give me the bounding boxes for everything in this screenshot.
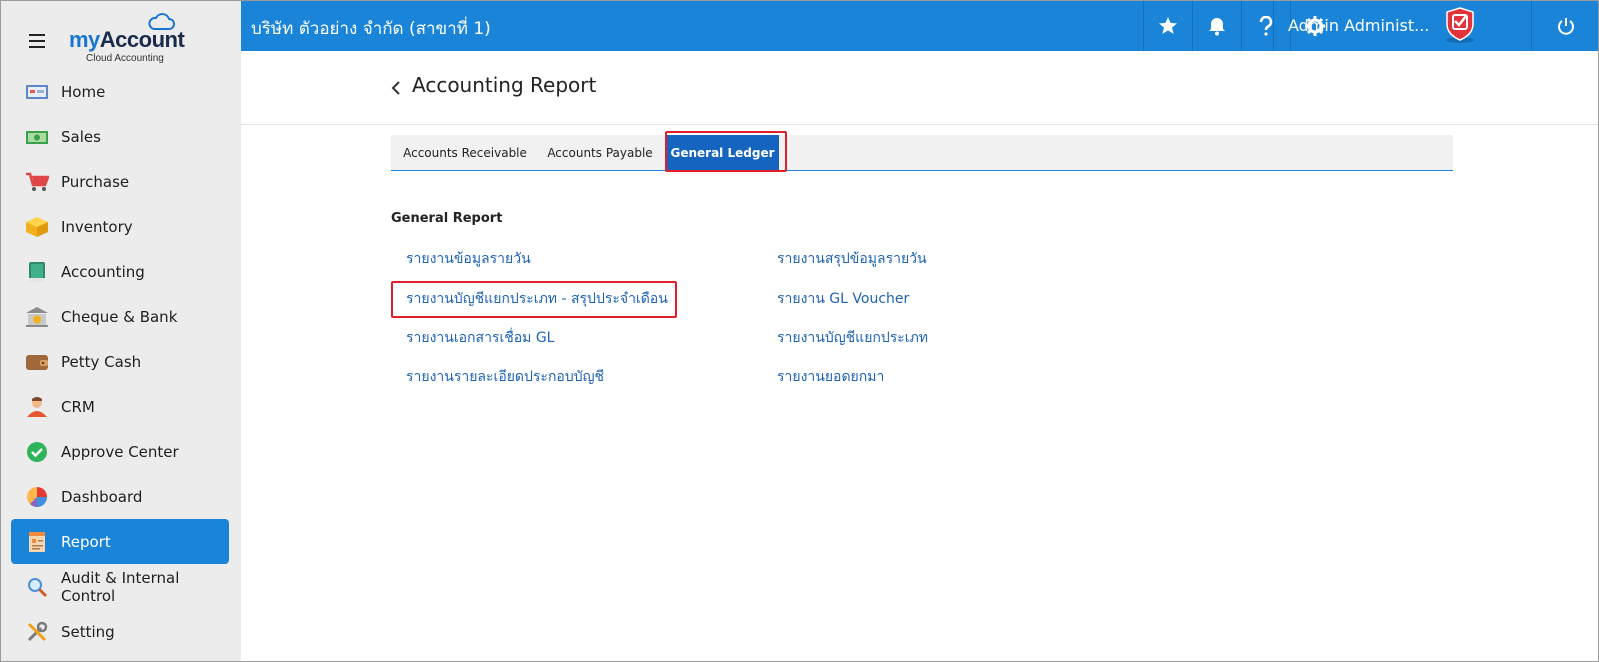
sidebar-item-label: Approve Center [61, 442, 179, 461]
logout-button[interactable] [1531, 1, 1598, 51]
sidebar-item-label: Audit & Internal Control [61, 568, 180, 605]
power-icon [1558, 18, 1574, 35]
sidebar-item-setting[interactable]: Setting [11, 609, 229, 654]
back-chevron-icon[interactable] [389, 79, 403, 97]
tab-accounts-receivable[interactable]: Accounts Receivable [391, 135, 539, 170]
app-window: myAccount Cloud Accounting Home Sales Pu… [0, 0, 1599, 662]
sidebar-item-approve-center[interactable]: Approve Center [11, 429, 229, 474]
sidebar-item-accounting[interactable]: Accounting [11, 249, 229, 294]
user-name: Admin Administ... [1288, 16, 1430, 35]
sidebar-item-label: Purchase [61, 172, 130, 191]
sidebar-item-label: Report [61, 532, 111, 551]
shield-badge-icon [1446, 7, 1474, 43]
page-header: Accounting Report [241, 51, 1598, 125]
sidebar-item-label: Accounting [61, 262, 145, 281]
report-link-gl-documents[interactable]: รายงานเอกสารเชื่อม GL [406, 327, 554, 349]
sidebar-item-report[interactable]: Report [11, 519, 229, 564]
company-name[interactable]: บริษัท ตัวอย่าง จำกัด (สาขาที่ 1) [251, 15, 491, 42]
pie-chart-icon [25, 486, 49, 508]
report-link-daily[interactable]: รายงานข้อมูลรายวัน [406, 248, 531, 270]
ledger-book-icon [25, 261, 49, 283]
sidebar-item-label: CRM [61, 397, 95, 416]
sidebar-item-label: Inventory [61, 217, 133, 236]
sidebar-item-label: Home [61, 82, 106, 101]
sidebar-item-purchase[interactable]: Purchase [11, 159, 229, 204]
sidebar: myAccount Cloud Accounting Home Sales Pu… [1, 1, 241, 661]
sidebar-item-home[interactable]: Home [11, 69, 229, 114]
box-icon [25, 216, 49, 238]
favorites-button[interactable] [1143, 1, 1192, 51]
sidebar-item-label: Sales [61, 127, 101, 146]
report-link-account-details[interactable]: รายงานรายละเอียดประกอบบัญชี [406, 366, 604, 388]
star-icon [1159, 17, 1177, 34]
sidebar-item-audit-internal-control[interactable]: Audit & Internal Control [11, 564, 229, 609]
magnifier-icon [25, 576, 49, 598]
sidebar-menu: Home Sales Purchase Inventory Accounting… [11, 69, 229, 654]
sidebar-item-label: Cheque & Bank [61, 307, 178, 326]
check-circle-icon [25, 441, 49, 463]
tab-accounts-payable[interactable]: Accounts Payable [539, 135, 661, 170]
report-tabs: Accounts Receivable Accounts Payable Gen… [391, 135, 1453, 171]
cart-icon [25, 171, 49, 193]
page-title: Accounting Report [412, 73, 597, 97]
logo-text: myAccount [69, 27, 185, 52]
home-icon [25, 81, 49, 103]
sidebar-item-dashboard[interactable]: Dashboard [11, 474, 229, 519]
sidebar-item-crm[interactable]: CRM [11, 384, 229, 429]
report-link-gl-voucher[interactable]: รายงาน GL Voucher [777, 288, 909, 310]
sidebar-item-petty-cash[interactable]: Petty Cash [11, 339, 229, 384]
sidebar-item-label: Petty Cash [61, 352, 142, 371]
brand-area: myAccount Cloud Accounting [1, 1, 241, 73]
tools-icon [25, 621, 49, 643]
sidebar-item-inventory[interactable]: Inventory [11, 204, 229, 249]
notifications-button[interactable] [1192, 1, 1241, 51]
logo[interactable]: myAccount Cloud Accounting [69, 13, 187, 65]
person-icon [25, 396, 49, 418]
report-link-opening-balance[interactable]: รายงานยอดยกมา [777, 366, 884, 388]
user-menu[interactable]: Admin Administ... [1273, 1, 1528, 51]
report-link-general-ledger[interactable]: รายงานบัญชีแยกประเภท [777, 327, 928, 349]
sidebar-item-sales[interactable]: Sales [11, 114, 229, 159]
report-link-daily-summary[interactable]: รายงานสรุปข้อมูลรายวัน [777, 248, 927, 270]
report-icon [25, 531, 49, 553]
top-bar: บริษัท ตัวอย่าง จำกัด (สาขาที่ 1) Admin … [241, 1, 1598, 51]
money-icon [25, 126, 49, 148]
bell-icon [1209, 18, 1225, 36]
tab-general-ledger[interactable]: General Ledger [666, 135, 779, 170]
wallet-icon [25, 351, 49, 373]
report-link-gl-monthly-summary[interactable]: รายงานบัญชีแยกประเภท - สรุปประจำเดือน [406, 288, 668, 310]
section-title: General Report [391, 211, 503, 226]
sidebar-item-label: Dashboard [61, 487, 143, 506]
logo-subtitle: Cloud Accounting [86, 53, 164, 64]
sidebar-item-label: Setting [61, 622, 115, 641]
hamburger-menu-icon[interactable] [29, 34, 45, 48]
help-icon [1259, 16, 1273, 36]
bank-icon [25, 306, 49, 328]
sidebar-item-cheque-bank[interactable]: Cheque & Bank [11, 294, 229, 339]
